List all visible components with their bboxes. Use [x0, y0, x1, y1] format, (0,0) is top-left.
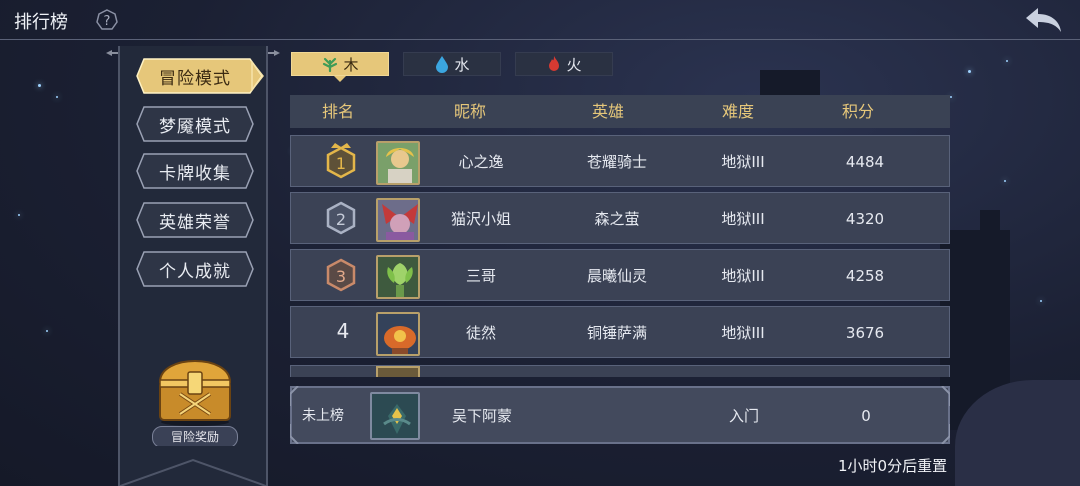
rank-number: 1 — [336, 154, 346, 173]
bronze-medal-icon: 3 — [326, 258, 356, 292]
table-row[interactable]: 1 心之逸 苍耀骑士 地狱III 4484 — [290, 135, 950, 187]
my-nickname: 吴下阿蒙 — [451, 407, 512, 425]
hero-avatar — [376, 198, 420, 242]
leaf-icon — [323, 57, 338, 73]
column-header-nickname: 昵称 — [453, 102, 486, 121]
hero-avatar — [376, 141, 420, 185]
hero-avatar — [376, 255, 420, 299]
unranked-label: 未上榜 — [302, 408, 344, 424]
tab-label: 水 — [454, 55, 470, 74]
page-title: 排行榜 — [14, 12, 68, 33]
my-rank-row[interactable]: 未上榜 吴下阿蒙 入门 0 — [290, 386, 950, 444]
hero-cell: 铜锤萨满 — [586, 324, 647, 342]
tab-label: 木 — [343, 55, 359, 74]
active-tab-indicator — [334, 76, 346, 82]
score-cell: 4320 — [845, 210, 885, 228]
adventure-reward-label[interactable]: 冒险奖励 — [152, 426, 238, 448]
column-header-hero: 英雄 — [591, 102, 624, 121]
column-header-difficulty: 难度 — [721, 102, 754, 121]
sidebar-item-achievements[interactable]: 个人成就 — [136, 251, 254, 287]
my-difficulty: 入门 — [728, 407, 759, 425]
table-row[interactable]: 4 徒然 铜锤萨满 地狱III 3676 — [290, 306, 950, 358]
my-score: 0 — [861, 407, 871, 425]
sidebar-item-adventure[interactable]: 冒险模式 — [136, 58, 264, 94]
rank-number: 2 — [336, 210, 346, 229]
sidebar-item-label: 个人成就 — [159, 261, 231, 282]
sidebar-item-label: 冒险模式 — [159, 68, 231, 89]
nickname-cell: 三哥 — [465, 267, 496, 285]
treasure-chest-icon[interactable] — [152, 342, 238, 428]
svg-text:?: ? — [104, 14, 111, 29]
hero-cell: 晨曦仙灵 — [586, 267, 647, 285]
difficulty-cell: 地狱III — [721, 267, 765, 285]
tab-fire[interactable]: 火 — [515, 52, 613, 76]
table-row-partial — [290, 365, 950, 377]
column-header-rank: 排名 — [321, 102, 354, 121]
sidebar-item-label: 梦魇模式 — [159, 116, 231, 137]
hero-avatar — [376, 312, 420, 356]
gold-medal-icon: 1 — [326, 143, 356, 179]
reset-countdown: 1小时0分后重置 — [838, 457, 948, 475]
sidebar-item-label: 英雄荣誉 — [159, 212, 231, 233]
hero-cell: 苍耀骑士 — [586, 153, 647, 171]
score-cell: 4258 — [845, 267, 885, 285]
silver-medal-icon: 2 — [326, 201, 356, 235]
help-icon[interactable]: ? — [96, 9, 118, 31]
leaderboard-header: 排名 昵称 英雄 难度 积分 — [290, 95, 950, 128]
sidebar-item-card-collection[interactable]: 卡牌收集 — [136, 153, 254, 189]
score-cell: 4484 — [845, 153, 885, 171]
difficulty-cell: 地狱III — [721, 210, 765, 228]
hero-cell: 森之萤 — [594, 210, 640, 228]
rank-number: 3 — [336, 267, 346, 286]
sidebar-item-nightmare[interactable]: 梦魇模式 — [136, 106, 254, 142]
column-header-score: 积分 — [841, 102, 874, 121]
tab-label: 火 — [566, 55, 582, 74]
difficulty-cell: 地狱III — [721, 153, 765, 171]
banner-tail — [119, 446, 267, 486]
table-row[interactable]: 3 三哥 晨曦仙灵 地狱III 4258 — [290, 249, 950, 301]
nickname-cell: 猫沢小姐 — [450, 210, 511, 228]
water-drop-icon — [436, 56, 449, 73]
back-arrow-icon[interactable] — [1024, 6, 1064, 34]
nickname-cell: 心之逸 — [458, 153, 504, 171]
tab-water[interactable]: 水 — [403, 52, 501, 76]
sidebar-item-hero-honor[interactable]: 英雄荣誉 — [136, 202, 254, 238]
nickname-cell: 徒然 — [465, 324, 496, 342]
sidebar-item-label: 卡牌收集 — [159, 163, 231, 184]
difficulty-cell: 地狱III — [721, 324, 765, 342]
rank-number: 4 — [336, 319, 350, 343]
top-bar: 排行榜 ? — [0, 0, 1080, 40]
table-row[interactable]: 2 猫沢小姐 森之萤 地狱III 4320 — [290, 192, 950, 244]
score-cell: 3676 — [845, 324, 885, 342]
fire-icon — [549, 56, 560, 71]
tab-wood[interactable]: 木 — [291, 52, 389, 76]
mode-sidebar: 冒险模式 梦魇模式 卡牌收集 英雄荣誉 个人成就 冒险奖励 — [118, 46, 268, 486]
my-hero-avatar — [370, 392, 420, 440]
